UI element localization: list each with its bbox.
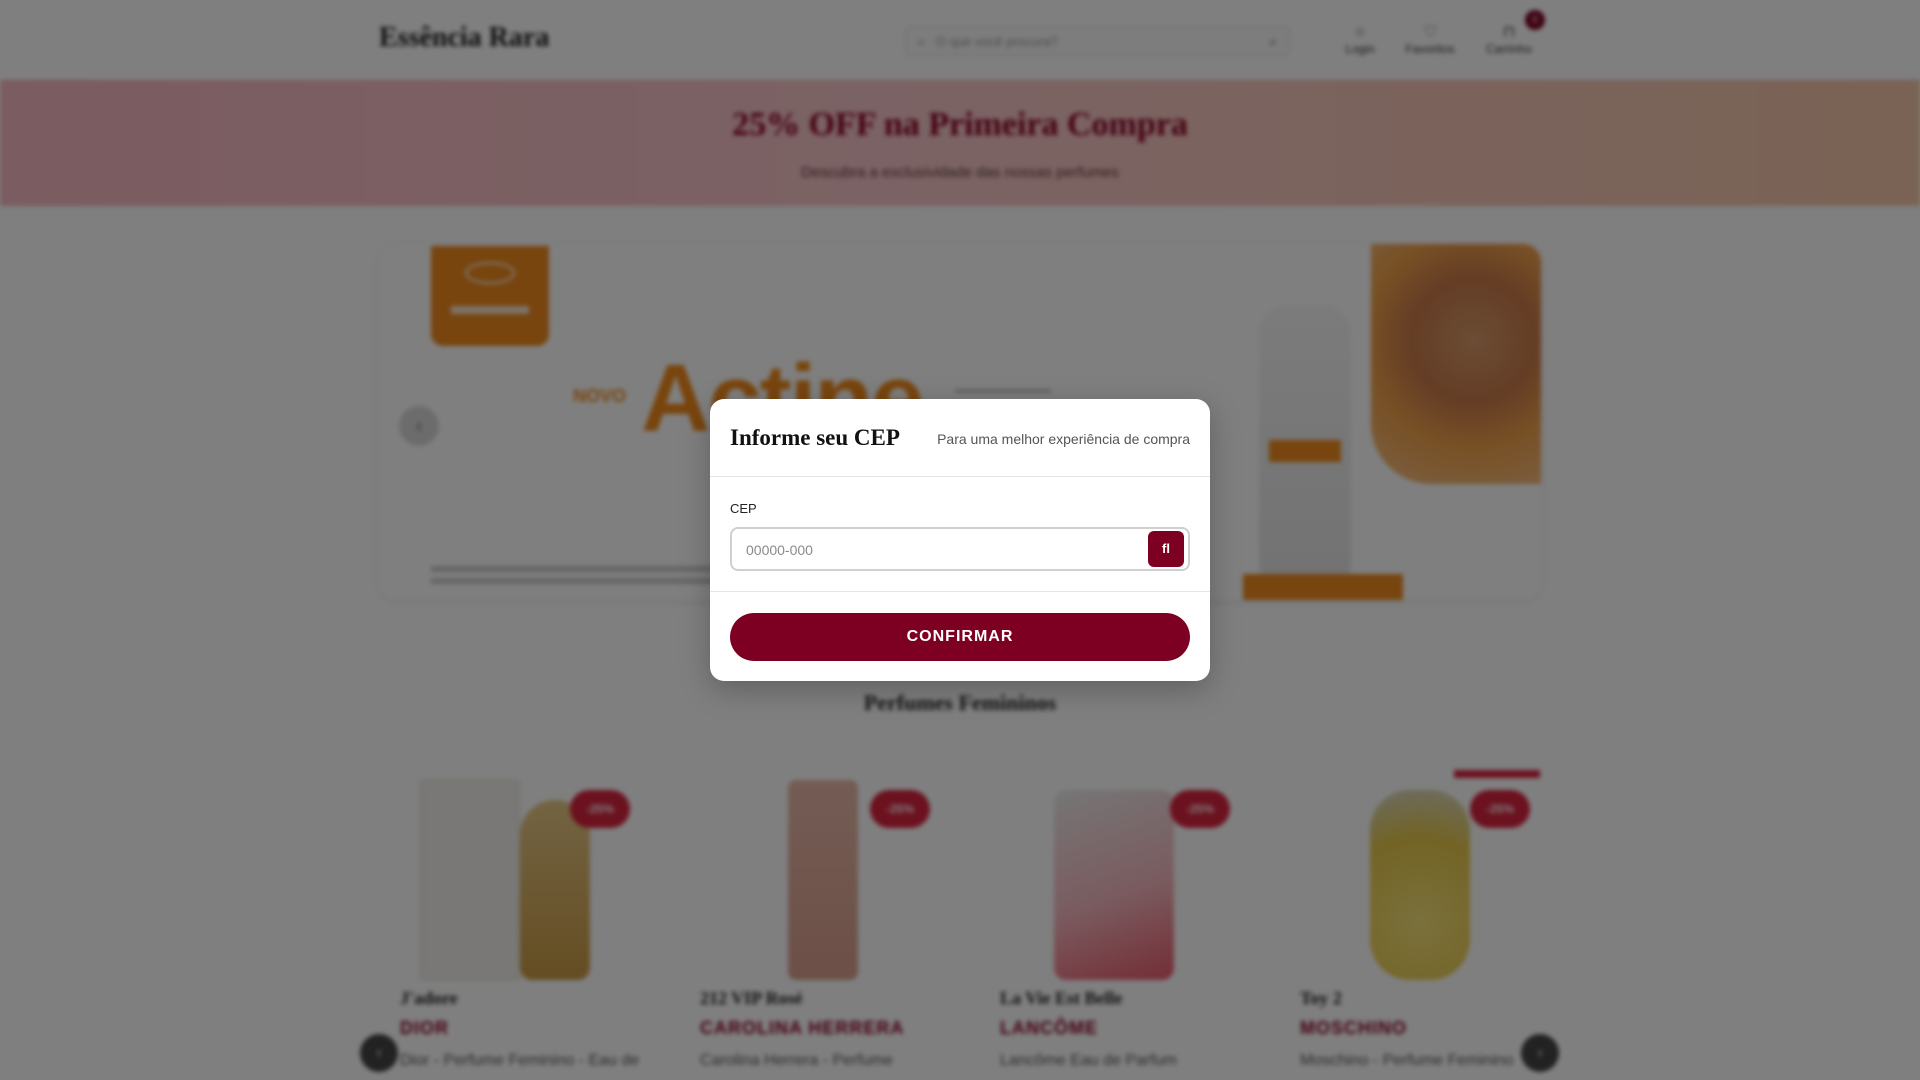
confirm-button[interactable]: CONFIRMAR [730,613,1190,661]
cep-input[interactable] [746,539,1126,561]
cep-field: fl [730,527,1190,571]
cep-label: CEP [730,501,757,516]
modal-divider [710,591,1210,592]
modal-subtitle: Para uma melhor experiência de compra [937,431,1190,447]
modal-title: Informe seu CEP [730,425,900,450]
cep-modal: Informe seu CEP Para uma melhor experiên… [710,399,1210,681]
cep-search-button[interactable]: fl [1148,531,1184,567]
modal-header: Informe seu CEP Para uma melhor experiên… [710,399,1210,477]
